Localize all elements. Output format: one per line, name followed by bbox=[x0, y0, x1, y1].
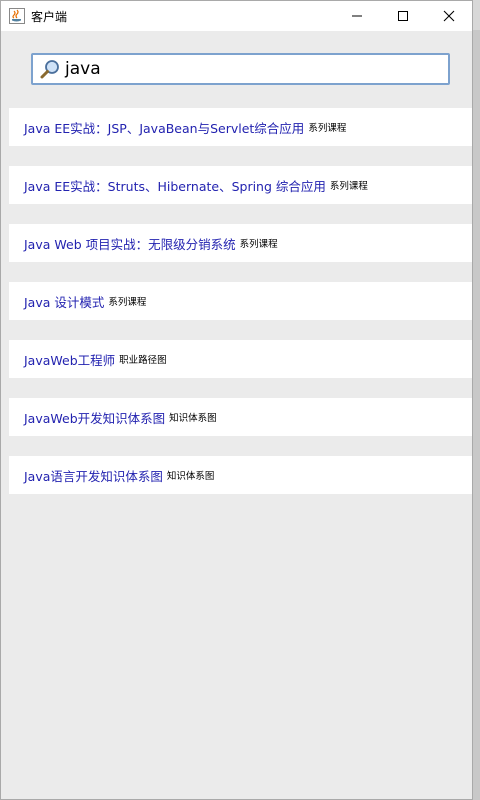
result-item[interactable]: JavaWeb开发知识体系图 知识体系图 bbox=[9, 398, 472, 436]
search-field[interactable]: java bbox=[31, 53, 450, 85]
result-title[interactable]: Java语言开发知识体系图 bbox=[24, 466, 163, 485]
result-item[interactable]: Java EE实战：JSP、JavaBean与Servlet综合应用 系列课程 bbox=[9, 108, 472, 146]
result-item[interactable]: Java EE实战：Struts、Hibernate、Spring 综合应用 系… bbox=[9, 166, 472, 204]
java-cup-icon bbox=[9, 8, 25, 24]
background-window-strip bbox=[473, 30, 480, 800]
result-title[interactable]: Java 设计模式 bbox=[24, 292, 104, 311]
result-tag: 知识体系图 bbox=[166, 471, 215, 482]
search-input[interactable]: java bbox=[65, 59, 101, 79]
maximize-icon bbox=[398, 11, 408, 21]
result-tag: 系列课程 bbox=[308, 123, 347, 134]
close-button[interactable] bbox=[426, 1, 472, 31]
result-tag: 系列课程 bbox=[108, 297, 147, 308]
minimize-button[interactable] bbox=[334, 1, 380, 31]
title-bar[interactable]: 客户端 bbox=[1, 1, 472, 31]
result-title[interactable]: JavaWeb开发知识体系图 bbox=[24, 408, 165, 427]
result-tag: 职业路径图 bbox=[119, 355, 167, 366]
result-title[interactable]: Java Web 项目实战：无限级分销系统 bbox=[24, 234, 236, 253]
result-item[interactable]: Java Web 项目实战：无限级分销系统 系列课程 bbox=[9, 224, 472, 262]
result-title[interactable]: JavaWeb工程师 bbox=[24, 350, 115, 369]
result-item[interactable]: Java 设计模式 系列课程 bbox=[9, 282, 472, 320]
maximize-button[interactable] bbox=[380, 1, 426, 31]
result-tag: 系列课程 bbox=[329, 181, 368, 192]
window-title: 客户端 bbox=[31, 9, 68, 24]
result-item[interactable]: JavaWeb工程师 职业路径图 bbox=[9, 340, 472, 378]
minimize-icon bbox=[352, 15, 362, 17]
result-item[interactable]: Java语言开发知识体系图 知识体系图 bbox=[9, 456, 472, 494]
result-tag: 知识体系图 bbox=[169, 413, 217, 424]
client-window: 客户端 java Java EE实战：JSP、JavaBean与Servlet综… bbox=[0, 0, 473, 800]
result-title[interactable]: Java EE实战：Struts、Hibernate、Spring 综合应用 bbox=[24, 176, 326, 195]
magnifier-icon bbox=[40, 60, 59, 79]
close-icon bbox=[443, 10, 455, 22]
result-title[interactable]: Java EE实战：JSP、JavaBean与Servlet综合应用 bbox=[24, 118, 304, 137]
result-tag: 系列课程 bbox=[239, 239, 278, 250]
